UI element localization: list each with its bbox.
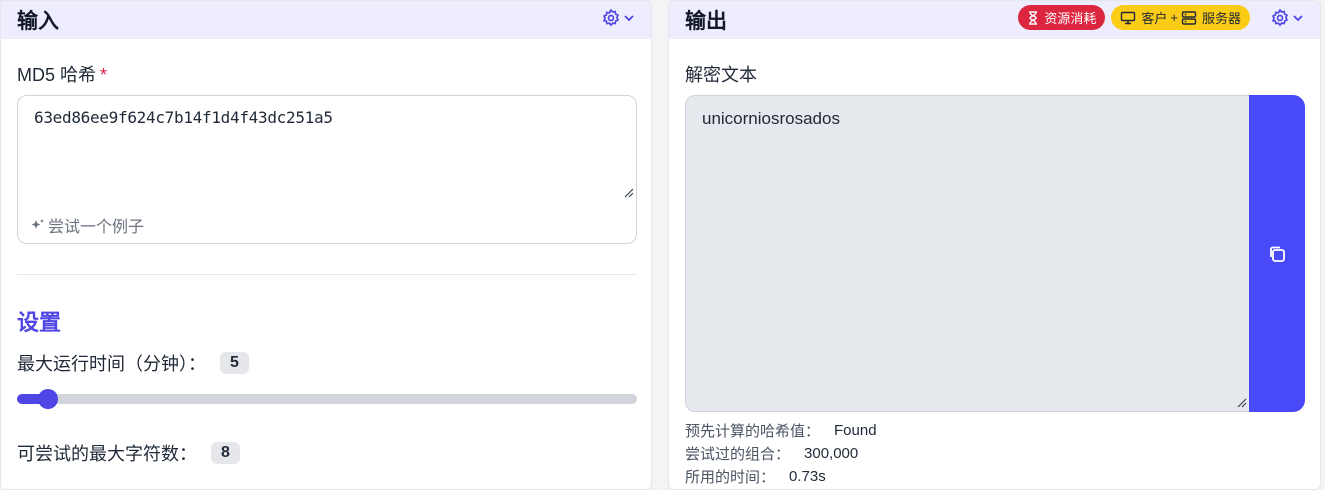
stat-row: 预先计算的哈希值： Found: [685, 419, 877, 442]
copy-button[interactable]: [1249, 95, 1305, 412]
client-server-badge[interactable]: 客户 + 服务器: [1111, 5, 1250, 30]
stat-row: 尝试过的组合： 300,000: [685, 442, 877, 465]
decrypted-text-output[interactable]: unicorniosrosados: [685, 95, 1250, 412]
output-field-label: 解密文本: [685, 65, 757, 85]
sparkles-icon: [31, 219, 44, 229]
monitor-icon: [1121, 11, 1136, 24]
try-example-text: 尝试一个例子: [48, 219, 145, 236]
max-runtime-label: 最大运行时间（分钟）：: [17, 354, 206, 374]
try-example-link[interactable]: 尝试一个例子: [30, 213, 144, 237]
max-chars-label: 可尝试的最大字符数：: [17, 444, 197, 464]
stat-label: 尝试过的组合：: [685, 446, 791, 463]
section-divider: [17, 274, 637, 275]
stat-value: 300,000: [804, 445, 859, 462]
resize-handle-icon[interactable]: [624, 188, 634, 198]
stat-label: 预先计算的哈希值：: [685, 423, 821, 440]
max-runtime-slider[interactable]: [17, 389, 637, 409]
chevron-down-icon: [1293, 15, 1303, 22]
resize-handle-icon[interactable]: [1237, 398, 1247, 408]
slider-thumb[interactable]: [38, 389, 58, 409]
input-settings-menu[interactable]: [601, 8, 635, 28]
settings-title: 设置: [17, 310, 62, 335]
stat-value: Found: [834, 422, 877, 439]
output-settings-menu[interactable]: [1270, 8, 1304, 28]
max-runtime-value: 5: [220, 352, 249, 374]
gear-icon: [1271, 8, 1289, 27]
output-panel-header: 输出 资源消耗 客户 + 服务器: [669, 1, 1320, 39]
output-panel: 输出 资源消耗 客户 + 服务器 解密文本 unicorniosrosados: [668, 0, 1321, 490]
input-panel-header: 输入: [1, 1, 651, 39]
output-panel-title: 输出: [685, 10, 727, 33]
hash-label-text: MD5 哈希: [17, 65, 97, 85]
copy-icon: [1270, 246, 1285, 262]
max-chars-value: 8: [211, 442, 240, 464]
header-badges: 资源消耗 客户 + 服务器: [1018, 5, 1250, 30]
input-panel: 输入 MD5 哈希 * 63ed86ee9f624c7b14f1d4f43dc25…: [0, 0, 652, 490]
md5-hash-value[interactable]: 63ed86ee9f624c7b14f1d4f43dc251a5: [34, 108, 624, 127]
output-field: unicorniosrosados: [685, 95, 1305, 412]
input-panel-title: 输入: [17, 10, 59, 33]
plus-text: +: [1170, 10, 1178, 25]
gear-icon: [602, 8, 620, 27]
server-text: 服务器: [1201, 11, 1241, 26]
chevron-down-icon: [624, 15, 634, 22]
md5-hash-input[interactable]: 63ed86ee9f624c7b14f1d4f43dc251a5 尝试一个例子: [17, 95, 637, 244]
server-icon: [1181, 10, 1197, 25]
max-runtime-setting: 最大运行时间（分钟）： 5: [17, 350, 249, 376]
hash-field-label: MD5 哈希 *: [17, 61, 107, 87]
max-chars-setting: 可尝试的最大字符数： 8: [17, 440, 240, 466]
stats-list: 预先计算的哈希值： Found 尝试过的组合： 300,000 所用的时间： 0…: [685, 419, 877, 488]
required-marker: *: [100, 65, 108, 85]
resource-usage-text: 资源消耗: [1044, 11, 1097, 26]
decrypted-text-value[interactable]: unicorniosrosados: [702, 109, 840, 129]
client-text: 客户: [1141, 11, 1168, 26]
hourglass-icon: [1029, 10, 1038, 25]
resource-usage-badge[interactable]: 资源消耗: [1018, 5, 1106, 30]
